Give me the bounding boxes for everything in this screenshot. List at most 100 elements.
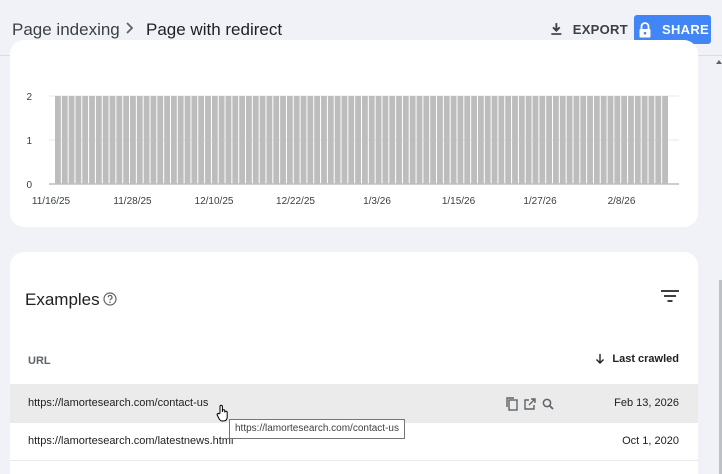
chart-bar[interactable]	[341, 96, 348, 184]
chart-bar[interactable]	[327, 96, 334, 184]
chart-bar[interactable]	[102, 96, 109, 184]
chart-bar[interactable]	[211, 96, 218, 184]
chart-bar[interactable]	[205, 96, 211, 184]
chart-bar[interactable]	[539, 96, 546, 184]
chart-bar[interactable]	[416, 96, 423, 184]
inspect-url-icon[interactable]	[539, 395, 557, 413]
chart-bar[interactable]	[648, 96, 655, 184]
chart-bar[interactable]	[246, 96, 252, 184]
chart-bar[interactable]	[89, 96, 95, 184]
column-header-last-crawled[interactable]: Last crawled	[594, 353, 679, 365]
chart-bar[interactable]	[512, 96, 518, 184]
chart-bar[interactable]	[402, 96, 409, 184]
chart-bar[interactable]	[505, 96, 512, 184]
chart-bar[interactable]	[621, 96, 628, 184]
chart-bar[interactable]	[641, 96, 648, 184]
chart-bar[interactable]	[491, 96, 498, 184]
chart-bar[interactable]	[225, 96, 232, 184]
chart-bar[interactable]	[498, 96, 505, 184]
open-in-new-icon[interactable]	[521, 395, 539, 413]
chart-bar[interactable]	[75, 96, 82, 184]
chart-bar[interactable]	[239, 96, 246, 184]
chart-bar[interactable]	[375, 96, 382, 184]
chart-bar[interactable]	[457, 96, 464, 184]
chart-bar[interactable]	[286, 96, 293, 184]
chart-bar[interactable]	[471, 96, 477, 184]
chart-bar[interactable]	[382, 96, 389, 184]
chart-bar[interactable]	[266, 96, 273, 184]
chart-bar[interactable]	[518, 96, 525, 184]
chart-bar[interactable]	[634, 96, 641, 184]
chart-bar[interactable]	[484, 96, 491, 184]
column-header-url[interactable]: URL	[28, 355, 51, 367]
chart-bar[interactable]	[307, 96, 314, 184]
chart-bar[interactable]	[164, 96, 170, 184]
help-icon[interactable]	[103, 292, 117, 306]
chart-bar[interactable]	[232, 96, 239, 184]
chart-bar[interactable]	[150, 96, 157, 184]
chart-bar[interactable]	[443, 96, 450, 184]
chart-bar[interactable]	[614, 96, 621, 184]
chart-bar[interactable]	[300, 96, 307, 184]
chart-bar[interactable]	[191, 96, 198, 184]
chart-bar[interactable]	[334, 96, 341, 184]
chart-bar[interactable]	[68, 96, 75, 184]
chart-bar[interactable]	[566, 96, 573, 184]
chart-bar[interactable]	[430, 96, 437, 184]
chart-bar[interactable]	[593, 96, 600, 184]
chart-bar[interactable]	[157, 96, 164, 184]
row-url[interactable]: https://lamortesearch.com/latestnews.htm…	[28, 435, 233, 447]
chart-bar[interactable]	[532, 96, 539, 184]
chart-bar[interactable]	[662, 96, 668, 184]
chart-bar[interactable]	[252, 96, 259, 184]
chart-bar[interactable]	[218, 96, 225, 184]
chart-bar[interactable]	[314, 96, 321, 184]
chart-bar[interactable]	[655, 96, 662, 184]
chart-bar[interactable]	[525, 96, 532, 184]
chart-bar[interactable]	[177, 96, 184, 184]
chart-bar[interactable]	[116, 96, 123, 184]
chart-bar[interactable]	[259, 96, 266, 184]
chart-bar[interactable]	[280, 96, 286, 184]
chart-bar[interactable]	[123, 96, 130, 184]
chart-bar[interactable]	[355, 96, 361, 184]
chart-bar[interactable]	[82, 96, 89, 184]
table-row[interactable]: https://lamortesearch.com/contact-us Feb…	[10, 385, 698, 423]
chart-bar[interactable]	[587, 96, 593, 184]
chart-bar[interactable]	[607, 96, 614, 184]
chart-bar[interactable]	[55, 96, 61, 184]
chart-bar[interactable]	[321, 96, 327, 184]
chart-bar[interactable]	[389, 96, 396, 184]
chart-bar[interactable]	[273, 96, 280, 184]
chart-bar[interactable]	[437, 96, 443, 184]
chart-bar[interactable]	[293, 96, 300, 184]
chart-bar[interactable]	[348, 96, 355, 184]
export-button[interactable]: EXPORT	[548, 15, 628, 43]
chart-bar[interactable]	[136, 96, 143, 184]
chart-bar[interactable]	[546, 96, 553, 184]
chart-bar[interactable]	[143, 96, 150, 184]
chart-bar[interactable]	[464, 96, 471, 184]
chart-bar[interactable]	[109, 96, 116, 184]
row-url[interactable]: https://lamortesearch.com/contact-us	[28, 397, 208, 409]
chart-bar[interactable]	[95, 96, 102, 184]
breadcrumb-page-indexing[interactable]: Page indexing	[12, 20, 120, 40]
copy-icon[interactable]	[503, 395, 521, 413]
chart-bar[interactable]	[130, 96, 136, 184]
chart-bar[interactable]	[423, 96, 430, 184]
chart-bar[interactable]	[477, 96, 484, 184]
chart-bar[interactable]	[573, 96, 580, 184]
chart-bar[interactable]	[396, 96, 402, 184]
chart-bar[interactable]	[450, 96, 457, 184]
scroll-up-arrow-icon[interactable]	[716, 58, 722, 66]
chart-bar[interactable]	[198, 96, 205, 184]
chart-bar[interactable]	[409, 96, 416, 184]
chart-bar[interactable]	[61, 96, 68, 184]
chart-bar[interactable]	[628, 96, 634, 184]
chart-bar[interactable]	[362, 96, 368, 184]
filter-icon[interactable]	[661, 289, 679, 303]
chart-bar[interactable]	[600, 96, 607, 184]
chart-bar[interactable]	[368, 96, 375, 184]
chart-bar[interactable]	[553, 96, 559, 184]
chart-bar[interactable]	[559, 96, 566, 184]
